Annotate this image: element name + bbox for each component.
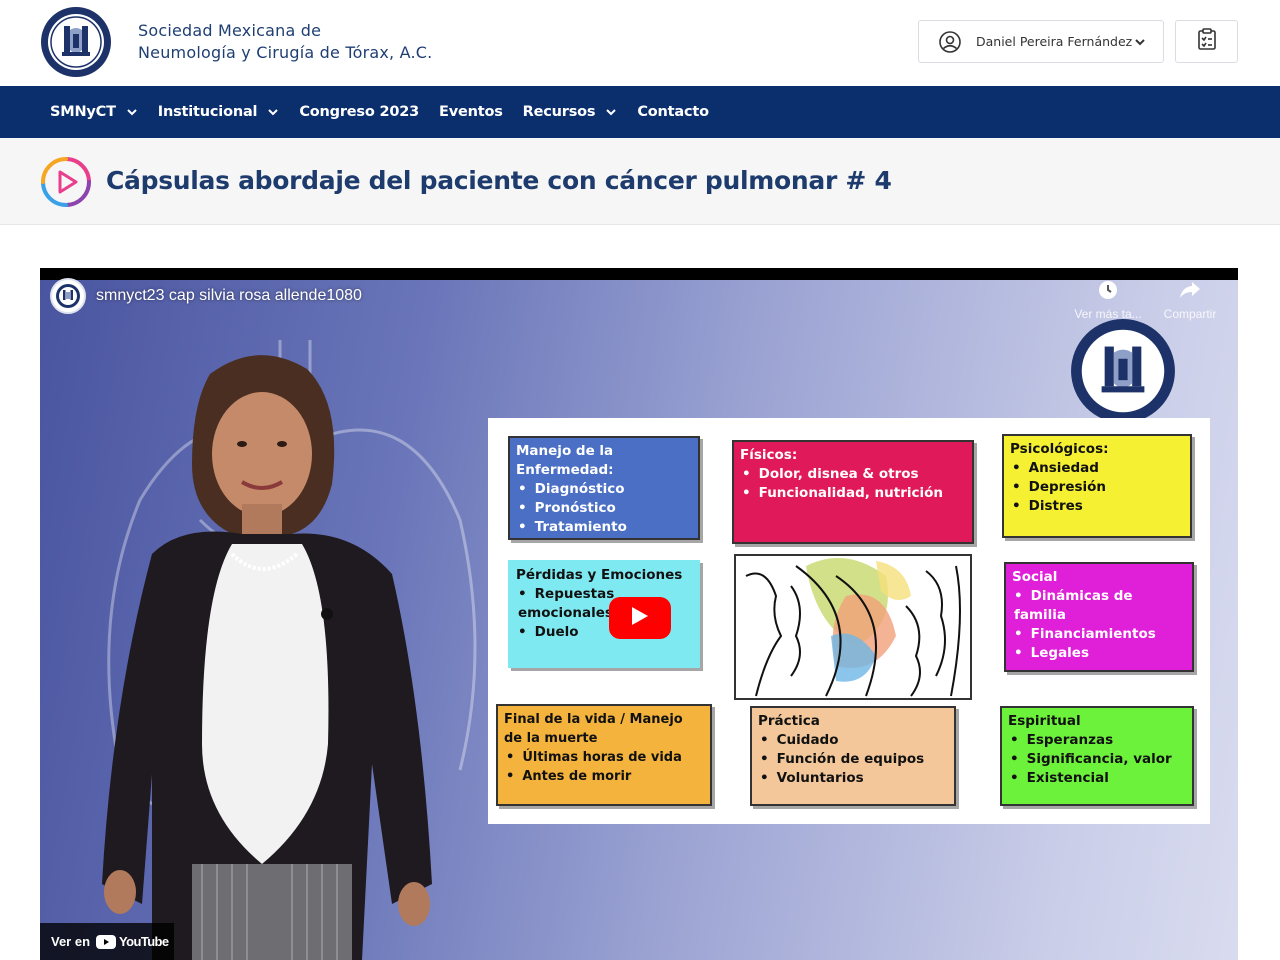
nav-item-label: Eventos xyxy=(439,104,503,120)
main-navigation: SMNyCT Institucional Congreso 2023 Event… xyxy=(0,86,1280,138)
nav-item-congreso-2023[interactable]: Congreso 2023 xyxy=(289,86,429,138)
box-item: Ansiedad xyxy=(1010,459,1184,478)
nav-item-label: Congreso 2023 xyxy=(299,104,419,120)
nav-item-contacto[interactable]: Contacto xyxy=(627,86,719,138)
channel-avatar[interactable] xyxy=(50,278,86,314)
org-name-line1: Sociedad Mexicana de xyxy=(138,21,322,40)
box-item: Últimas horas de vida xyxy=(504,748,704,767)
video-title-row: smnyct23 cap silvia rosa allende1080 xyxy=(50,278,362,314)
box-item: Voluntarios xyxy=(758,769,948,788)
org-name-line2: Neumología y Cirugía de Tórax, A.C. xyxy=(138,43,433,62)
slide-box-social: Social Dinámicas de familia Financiamien… xyxy=(1004,562,1194,672)
box-item: Depresión xyxy=(1010,478,1184,497)
box-heading: Manejo de la Enfermedad: xyxy=(516,443,614,478)
nav-item-label: Contacto xyxy=(637,104,709,120)
box-heading: Espiritual xyxy=(1008,713,1081,729)
smnyct-logo[interactable] xyxy=(40,6,112,78)
watch-on-youtube-button[interactable]: Ver en YouTube xyxy=(40,923,174,960)
play-icon xyxy=(631,606,649,631)
box-heading: Pérdidas y Emociones xyxy=(516,567,683,583)
user-menu-dropdown[interactable]: Daniel Pereira Fernández xyxy=(918,20,1164,63)
nav-item-eventos[interactable]: Eventos xyxy=(429,86,513,138)
share-button[interactable]: Compartir xyxy=(1154,280,1226,321)
slide-box-manejo-enfermedad: Manejo de la Enfermedad: Diagnóstico Pro… xyxy=(508,436,700,540)
box-item: Diagnóstico xyxy=(516,480,692,499)
share-arrow-icon xyxy=(1179,282,1201,303)
slide-box-practica: Práctica Cuidado Función de equipos Volu… xyxy=(750,706,956,806)
nav-item-label: Recursos xyxy=(522,104,596,120)
chevron-down-icon xyxy=(1133,35,1147,49)
slide-smnyct-logo xyxy=(1068,316,1178,426)
youtube-logo-icon: YouTube xyxy=(96,934,169,949)
box-item: Antes de morir xyxy=(504,767,704,786)
box-heading: Social xyxy=(1012,569,1058,585)
box-heading: Físicos: xyxy=(740,447,798,463)
box-item: Existencial xyxy=(1008,769,1186,788)
slide-box-perdidas-emociones: Pérdidas y Emociones Repuestas emocional… xyxy=(508,560,700,668)
chevron-down-icon xyxy=(126,106,138,118)
box-item: Función de equipos xyxy=(758,750,948,769)
chevron-down-icon xyxy=(267,106,279,118)
page-title-bar: Cápsulas abordaje del paciente con cánce… xyxy=(0,138,1280,225)
box-item: Pronóstico xyxy=(516,499,692,518)
box-item: Esperanzas xyxy=(1008,731,1186,750)
user-circle-icon xyxy=(938,30,962,54)
nav-item-label: SMNyCT xyxy=(50,104,116,120)
box-heading: Práctica xyxy=(758,713,820,729)
watch-on-label: Ver en xyxy=(51,934,91,949)
site-header: Sociedad Mexicana de Neumología y Cirugí… xyxy=(0,0,1280,86)
slide-box-final-vida: Final de la vida / Manejo de la muerte Ú… xyxy=(496,704,712,806)
box-item: Cuidado xyxy=(758,731,948,750)
clipboard-list-icon xyxy=(1197,28,1217,55)
slide-box-espiritual: Espiritual Esperanzas Significancia, val… xyxy=(1000,706,1194,806)
video-title[interactable]: smnyct23 cap silvia rosa allende1080 xyxy=(96,287,362,305)
box-item: Significancia, valor xyxy=(1008,750,1186,769)
box-item: Legales xyxy=(1012,644,1186,663)
nav-item-institucional[interactable]: Institucional xyxy=(148,86,290,138)
video-capsule-icon xyxy=(40,156,92,208)
youtube-wordmark: YouTube xyxy=(119,934,169,949)
slide-box-psicologicos: Psicológicos: Ansiedad Depresión Distres xyxy=(1002,434,1192,538)
nav-item-smnyct[interactable]: SMNyCT xyxy=(40,86,148,138)
box-heading: Final de la vida / Manejo de la muerte xyxy=(504,712,683,746)
presentation-slide: Manejo de la Enfermedad: Diagnóstico Pro… xyxy=(488,418,1210,824)
youtube-video-embed[interactable]: smnyct23 cap silvia rosa allende1080 Ver… xyxy=(40,268,1238,960)
nav-item-label: Institucional xyxy=(157,104,258,120)
play-button[interactable] xyxy=(609,597,671,639)
chevron-down-icon xyxy=(605,106,617,118)
box-item: Dolor, disnea & otros xyxy=(740,465,966,484)
watch-later-button[interactable]: Ver más ta... xyxy=(1072,280,1144,321)
box-item: Funcionalidad, nutrición xyxy=(740,484,966,503)
clipboard-button[interactable] xyxy=(1175,20,1238,63)
page-title: Cápsulas abordaje del paciente con cánce… xyxy=(106,166,892,195)
abstract-faces-artwork xyxy=(734,554,972,700)
box-heading: Psicológicos: xyxy=(1010,441,1109,457)
clock-icon xyxy=(1098,281,1118,303)
box-item: Distres xyxy=(1010,497,1184,516)
organization-name[interactable]: Sociedad Mexicana de Neumología y Cirugí… xyxy=(138,20,432,64)
slide-box-fisicos: Físicos: Dolor, disnea & otros Funcional… xyxy=(732,440,974,544)
nav-item-recursos[interactable]: Recursos xyxy=(513,86,628,138)
presenter-figure xyxy=(92,344,472,960)
box-item: Dinámicas de familia xyxy=(1012,587,1186,625)
user-name: Daniel Pereira Fernández xyxy=(976,34,1133,49)
box-item: Financiamientos xyxy=(1012,625,1186,644)
box-item: Tratamiento xyxy=(516,518,692,537)
